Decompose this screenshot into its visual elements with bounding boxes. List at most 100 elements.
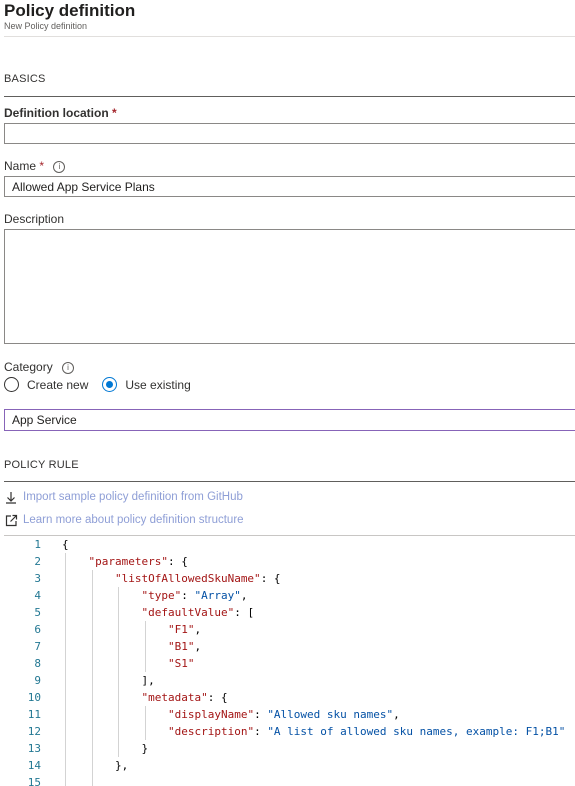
indent-guide bbox=[65, 587, 66, 604]
json-punct: : bbox=[181, 589, 195, 602]
indent-guide bbox=[144, 723, 146, 740]
json-key: "metadata" bbox=[141, 691, 208, 704]
code-line: 8 "S1" bbox=[4, 655, 575, 672]
code-text: } bbox=[41, 740, 148, 757]
code-line: 10 "metadata": { bbox=[4, 689, 575, 706]
code-line: 9 ], bbox=[4, 672, 575, 689]
code-text: }, bbox=[41, 757, 128, 774]
json-key: "displayName" bbox=[167, 708, 255, 721]
indent-guide bbox=[91, 774, 93, 786]
indent-guide bbox=[118, 706, 120, 723]
category-field[interactable]: App Service bbox=[4, 409, 575, 431]
radio-use-existing[interactable] bbox=[102, 377, 118, 392]
json-string: "A list of allowed sku names, example: F… bbox=[267, 725, 566, 738]
definition-location-field[interactable] bbox=[4, 123, 575, 144]
code-line: 12 "description": "A list of allowed sku… bbox=[4, 723, 575, 740]
json-key: "B1" bbox=[167, 640, 195, 653]
indent-guide bbox=[118, 604, 120, 621]
code-line: 14 }, bbox=[4, 757, 575, 774]
import-sample-link[interactable]: Import sample policy definition from Git… bbox=[4, 490, 243, 504]
code-text: "type": "Array", bbox=[41, 587, 247, 604]
line-number: 6 bbox=[34, 623, 41, 636]
json-punct: : { bbox=[260, 572, 281, 585]
code-text: "F1", bbox=[41, 621, 201, 638]
line-number: 7 bbox=[34, 640, 41, 653]
line-number: 4 bbox=[34, 589, 41, 602]
indent-guide bbox=[118, 672, 120, 689]
json-punct: , bbox=[240, 589, 248, 602]
indent-guide bbox=[91, 587, 93, 604]
json-punct: , bbox=[393, 708, 400, 721]
description-field[interactable] bbox=[4, 229, 575, 344]
indent-guide bbox=[65, 774, 66, 786]
learn-more-link-text[interactable]: Learn more about policy definition struc… bbox=[23, 514, 244, 526]
code-line: 2 "parameters": { bbox=[4, 553, 575, 570]
json-punct: , bbox=[194, 640, 202, 653]
indent-guide bbox=[65, 655, 66, 672]
learn-more-link[interactable]: Learn more about policy definition struc… bbox=[4, 513, 244, 527]
json-key: "defaultValue" bbox=[141, 606, 235, 619]
code-text bbox=[41, 774, 115, 786]
json-key: "F1" bbox=[167, 623, 195, 636]
indent-guide bbox=[65, 757, 66, 774]
indent-guide bbox=[91, 655, 93, 672]
info-icon[interactable]: i bbox=[62, 362, 75, 374]
json-punct: }, bbox=[114, 759, 129, 772]
indent-guide bbox=[65, 638, 66, 655]
policy-rule-divider bbox=[4, 481, 575, 482]
json-key: "parameters" bbox=[88, 555, 168, 568]
indent-guide bbox=[91, 604, 93, 621]
indent-guide bbox=[144, 706, 146, 723]
json-punct: : { bbox=[167, 555, 188, 568]
code-text: "S1" bbox=[41, 655, 194, 672]
download-icon bbox=[4, 490, 18, 504]
code-line: 6 "F1", bbox=[4, 621, 575, 638]
indent-guide bbox=[91, 740, 93, 757]
indent-guide bbox=[118, 740, 120, 757]
page-subtitle: New Policy definition bbox=[4, 21, 88, 31]
line-number: 11 bbox=[27, 708, 41, 721]
indent-guide bbox=[65, 723, 66, 740]
import-sample-link-text[interactable]: Import sample policy definition from Git… bbox=[23, 491, 243, 503]
code-text: "B1", bbox=[41, 638, 201, 655]
line-number: 15 bbox=[27, 776, 41, 786]
required-marker: * bbox=[112, 106, 117, 120]
json-key: "listOfAllowedSkuName" bbox=[114, 572, 261, 585]
code-line: 5 "defaultValue": [ bbox=[4, 604, 575, 621]
code-line: 1{ bbox=[4, 536, 575, 553]
indent-guide bbox=[91, 723, 93, 740]
code-line: 3 "listOfAllowedSkuName": { bbox=[4, 570, 575, 587]
code-text: ], bbox=[41, 672, 155, 689]
definition-location-label: Definition location * bbox=[4, 106, 117, 120]
indent-guide bbox=[91, 638, 93, 655]
page-title: Policy definition bbox=[4, 1, 136, 20]
indent-guide bbox=[118, 587, 120, 604]
code-editor[interactable]: 1{2 "parameters": {3 "listOfAllowedSkuNa… bbox=[4, 535, 575, 786]
line-number: 9 bbox=[34, 674, 41, 687]
code-text: { bbox=[41, 536, 69, 553]
code-text: "parameters": { bbox=[41, 553, 188, 570]
info-icon[interactable]: i bbox=[53, 161, 66, 173]
code-text: "metadata": { bbox=[41, 689, 228, 706]
json-key: "type" bbox=[141, 589, 182, 602]
name-field[interactable]: Allowed App Service Plans bbox=[4, 176, 575, 197]
indent-guide bbox=[65, 689, 66, 706]
external-link-icon bbox=[4, 513, 18, 527]
indent-guide bbox=[118, 655, 120, 672]
line-number: 3 bbox=[34, 572, 41, 585]
json-punct: ], bbox=[141, 674, 155, 687]
indent-guide bbox=[65, 621, 66, 638]
required-marker: * bbox=[39, 159, 45, 173]
radio-create-new[interactable] bbox=[4, 377, 19, 392]
name-label: Name * i bbox=[4, 159, 66, 173]
json-key: "S1" bbox=[167, 657, 195, 670]
radio-create-new-label[interactable]: Create new bbox=[27, 378, 88, 392]
json-punct: } bbox=[141, 742, 149, 755]
json-punct: { bbox=[62, 538, 69, 551]
radio-use-existing-label[interactable]: Use existing bbox=[125, 378, 190, 392]
json-string: "Allowed sku names" bbox=[267, 708, 394, 721]
code-line: 15 bbox=[4, 774, 575, 786]
indent-guide bbox=[91, 672, 93, 689]
code-line: 13 } bbox=[4, 740, 575, 757]
indent-guide bbox=[91, 757, 93, 774]
